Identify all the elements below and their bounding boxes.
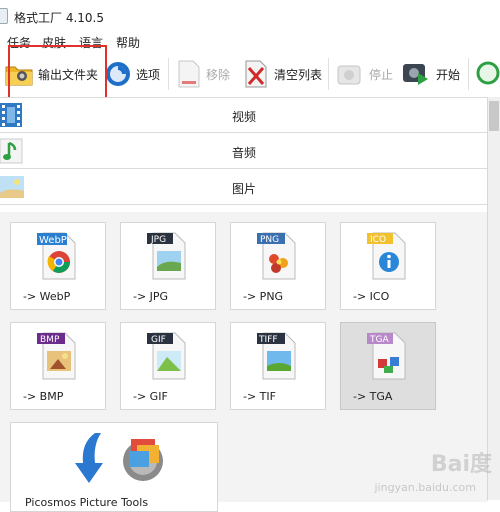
vertical-scrollbar[interactable] xyxy=(487,97,500,500)
category-audio[interactable]: 音频 xyxy=(0,134,488,169)
format-label-ico: -> ICO xyxy=(353,290,390,303)
remove-label: 移除 xyxy=(206,67,231,82)
stop-icon xyxy=(337,65,361,85)
format-tile-tga[interactable]: TGA -> TGA xyxy=(340,322,436,410)
start-label: 开始 xyxy=(436,67,461,82)
window-title: 格式工厂 4.10.5 xyxy=(14,11,104,25)
ico-file-icon: ICO xyxy=(367,232,406,280)
webp-badge: WebP xyxy=(39,235,67,246)
format-label-gif: -> GIF xyxy=(133,390,168,403)
category-image-label: 图片 xyxy=(231,182,256,196)
tga-file-icon: TGA xyxy=(367,332,406,380)
webp-file-icon: WebP xyxy=(37,232,76,280)
ico-badge: ICO xyxy=(370,235,386,245)
menu-item-help[interactable]: 帮助 xyxy=(116,34,140,51)
download-arrow-icon xyxy=(75,433,103,483)
gif-badge: GIF xyxy=(151,335,166,345)
bmp-badge: BMP xyxy=(40,335,60,345)
format-tile-tif[interactable]: TIFF -> TIF xyxy=(230,322,326,410)
format-label-tga: -> TGA xyxy=(353,390,393,403)
start-button[interactable]: 开始 xyxy=(400,58,460,90)
format-tile-jpg[interactable]: JPG -> JPG xyxy=(120,222,216,310)
picosmos-tools-label: Picosmos Picture Tools xyxy=(25,496,149,509)
toolbar-separator xyxy=(468,58,469,90)
watermark: Bai度 xyxy=(430,452,492,477)
watermark-url: jingyan.baidu.com xyxy=(374,481,476,494)
format-tile-png[interactable]: PNG -> PNG xyxy=(230,222,326,310)
format-tile-bmp[interactable]: BMP -> BMP xyxy=(10,322,106,410)
title-bar: 格式工厂 4.10.5 xyxy=(0,0,500,30)
gear-icon xyxy=(123,439,163,481)
format-label-jpg: -> JPG xyxy=(133,290,169,303)
stop-button[interactable]: 停止 xyxy=(335,58,393,90)
format-label-webp: -> WebP xyxy=(23,290,71,303)
toolbar-separator xyxy=(168,58,169,90)
jpg-file-icon: JPG xyxy=(147,232,186,280)
tiff-badge: TIFF xyxy=(258,335,278,345)
format-label-bmp: -> BMP xyxy=(23,390,64,403)
remove-button[interactable]: 移除 xyxy=(176,58,230,90)
gif-file-icon: GIF xyxy=(147,332,186,380)
scrollbar-thumb[interactable] xyxy=(489,101,499,131)
bmp-file-icon: BMP xyxy=(37,332,76,380)
remove-doc-icon xyxy=(178,60,200,88)
highlight-annotation xyxy=(8,45,107,100)
tiff-file-icon: TIFF xyxy=(257,332,296,380)
picosmos-tools-tile[interactable]: Picosmos Picture Tools xyxy=(10,422,218,512)
category-video[interactable]: 视频 xyxy=(0,98,488,133)
options-button[interactable]: 选项 xyxy=(104,58,160,90)
toolbar-separator xyxy=(328,58,329,90)
format-label-tif: -> TIF xyxy=(243,390,276,403)
app-icon xyxy=(0,8,8,24)
clear-list-icon xyxy=(245,60,267,88)
png-file-icon: PNG xyxy=(257,232,296,280)
format-label-png: -> PNG xyxy=(243,290,284,303)
category-image[interactable]: 图片 xyxy=(0,170,488,205)
png-badge: PNG xyxy=(260,235,279,245)
format-tile-gif[interactable]: GIF -> GIF xyxy=(120,322,216,410)
clear-list-label: 清空列表 xyxy=(274,67,323,82)
category-video-label: 视频 xyxy=(231,110,256,124)
stop-label: 停止 xyxy=(369,67,394,82)
jpg-badge: JPG xyxy=(150,235,166,245)
format-tile-webp[interactable]: WebP -> WebP xyxy=(10,222,106,310)
options-label: 选项 xyxy=(136,67,161,82)
clear-list-button[interactable]: 清空列表 xyxy=(242,58,322,90)
format-tile-ico[interactable]: ICO -> ICO xyxy=(340,222,436,310)
category-audio-label: 音频 xyxy=(231,146,256,160)
start-icon xyxy=(403,64,428,85)
options-icon xyxy=(106,62,130,86)
image-format-grid: WebP -> WebP JPG -> JPG PNG -> PNG ICO -… xyxy=(0,212,488,512)
search-icon[interactable] xyxy=(474,59,500,89)
tga-badge: TGA xyxy=(369,335,389,345)
